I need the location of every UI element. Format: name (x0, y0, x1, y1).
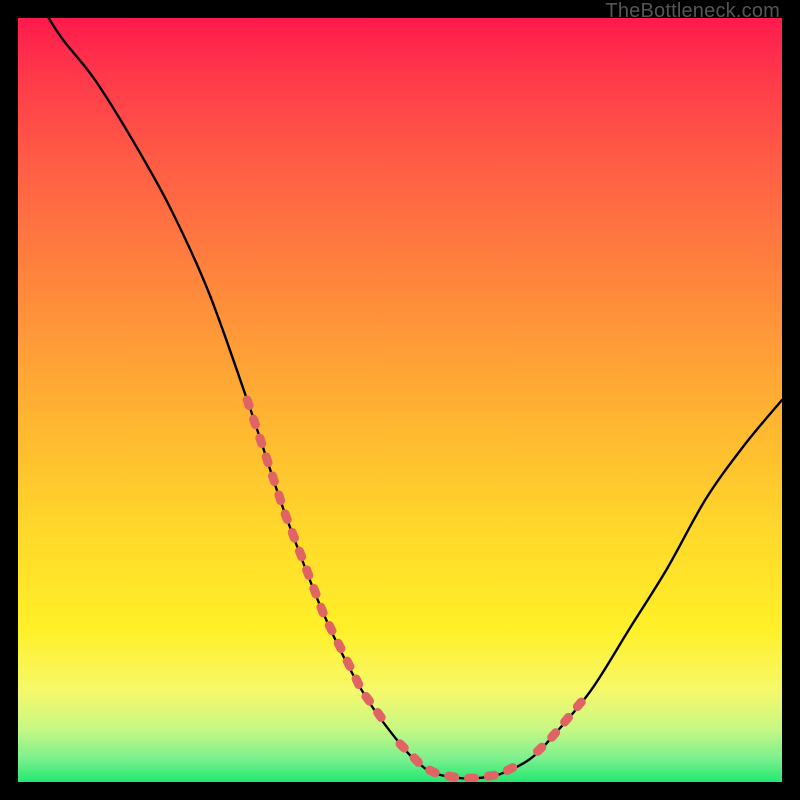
highlight-valley (400, 744, 522, 778)
curve-main (49, 18, 782, 779)
bottleneck-curve (18, 18, 782, 782)
plot-area (18, 18, 782, 782)
chart-frame: TheBottleneck.com (0, 0, 800, 800)
highlight-left (247, 400, 385, 722)
highlight-right (538, 700, 584, 752)
